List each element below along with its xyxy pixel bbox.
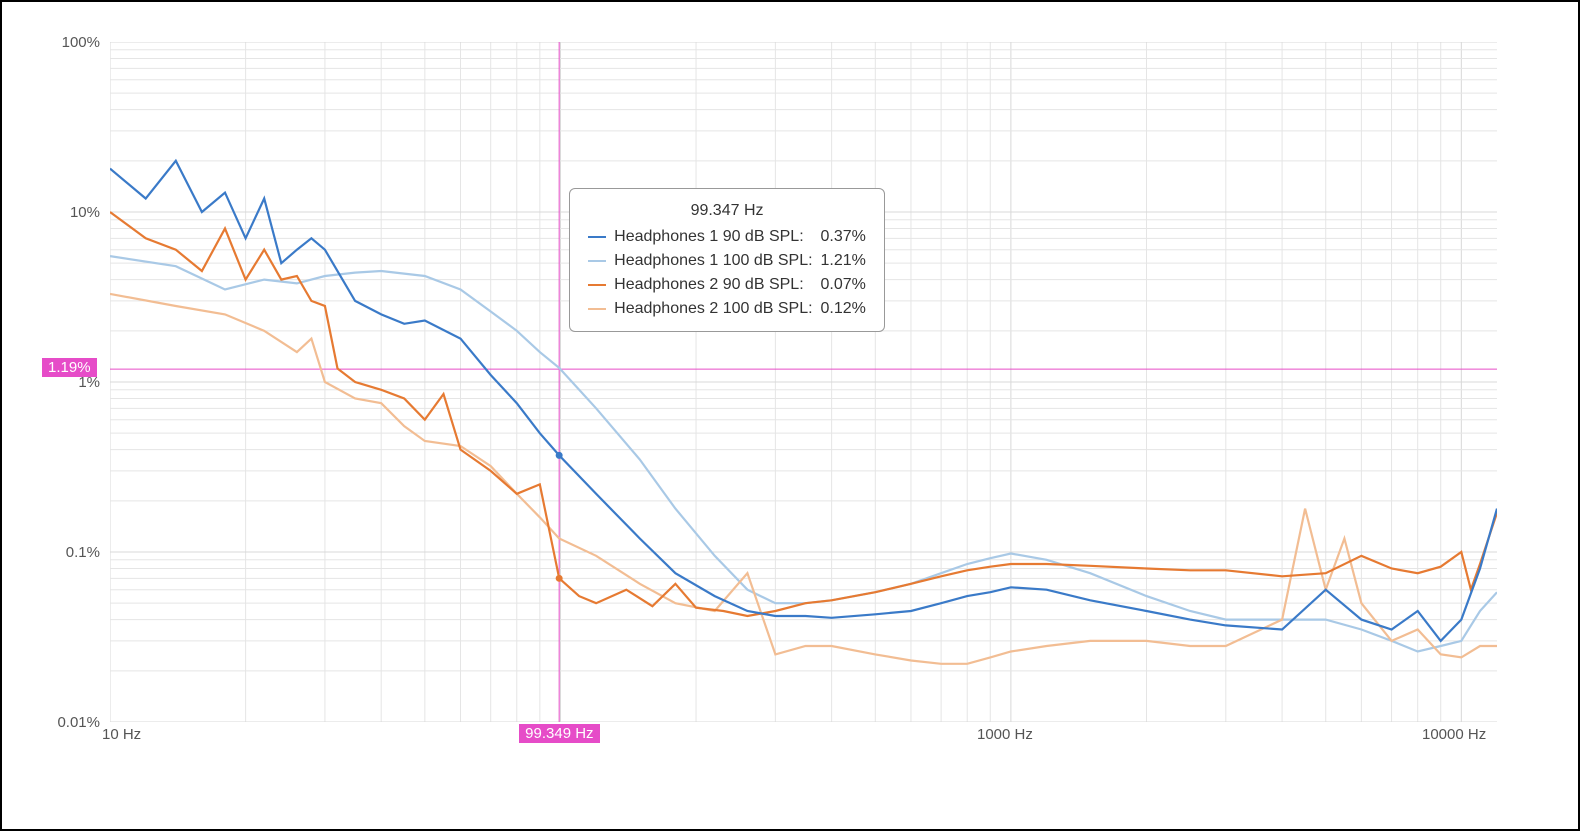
tooltip-series-label: Headphones 1 90 dB SPL: <box>610 225 816 249</box>
tooltip-series-label: Headphones 1 100 dB SPL: <box>610 249 816 273</box>
tooltip-row: Headphones 1 100 dB SPL:1.21% <box>584 249 870 273</box>
cursor-y-label: 1.19% <box>42 358 97 377</box>
cursor-x-label: 99.349 Hz <box>519 724 599 743</box>
series-marker <box>556 452 563 459</box>
tooltip-series-value: 0.37% <box>817 225 870 249</box>
x-tick-label: 10 Hz <box>102 726 141 743</box>
x-tick-label: 10000 Hz <box>1422 726 1486 743</box>
tooltip-series-label: Headphones 2 90 dB SPL: <box>610 273 816 297</box>
tooltip-header: 99.347 Hz <box>584 199 870 223</box>
series-marker <box>556 575 563 582</box>
tooltip-series-value: 0.12% <box>817 297 870 321</box>
plot-area[interactable] <box>110 42 1497 722</box>
tooltip-row: Headphones 1 90 dB SPL:0.37% <box>584 225 870 249</box>
chart-frame: 100% 10% 1% 0.1% 0.01% 10 Hz 100 Hz 1000… <box>0 0 1580 831</box>
tooltip: 99.347 Hz Headphones 1 90 dB SPL:0.37%He… <box>569 188 885 332</box>
tooltip-series-label: Headphones 2 100 dB SPL: <box>610 297 816 321</box>
y-tick-label: 0.01% <box>10 714 100 731</box>
tooltip-series-value: 0.07% <box>817 273 870 297</box>
series-line <box>110 294 1497 664</box>
y-tick-label: 0.1% <box>10 544 100 561</box>
y-tick-label: 100% <box>10 34 100 51</box>
x-tick-label: 1000 Hz <box>977 726 1033 743</box>
tooltip-row: Headphones 2 90 dB SPL:0.07% <box>584 273 870 297</box>
tooltip-row: Headphones 2 100 dB SPL:0.12% <box>584 297 870 321</box>
y-tick-label: 10% <box>10 204 100 221</box>
tooltip-series-value: 1.21% <box>817 249 870 273</box>
